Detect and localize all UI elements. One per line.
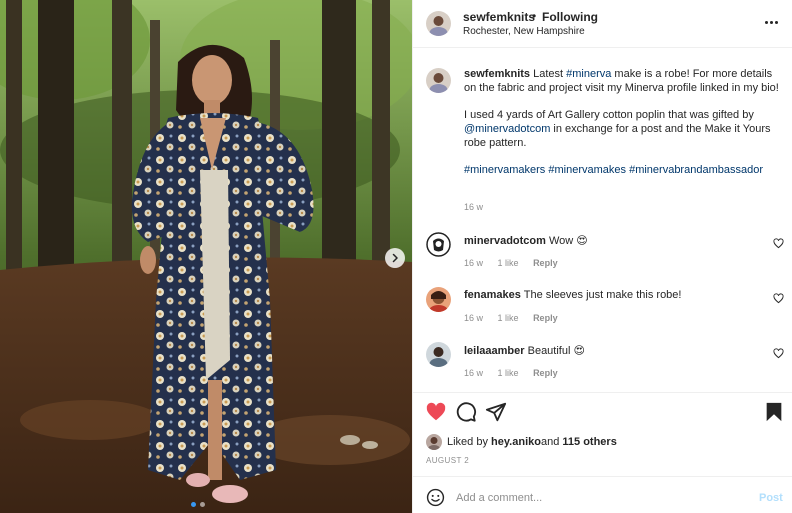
commenter-avatar[interactable] [426, 287, 451, 312]
forest-robe-photo [0, 0, 412, 513]
comment-item: minervadotcom Wow 😍 16 w 1 like Reply [413, 232, 792, 282]
carousel-indicator [191, 502, 205, 507]
more-icon[interactable] [765, 19, 779, 25]
following-button[interactable]: Following [542, 10, 598, 24]
comment-icon[interactable] [455, 401, 477, 423]
emoji-icon[interactable] [426, 488, 445, 507]
post-location[interactable]: Rochester, New Hampshire [463, 26, 585, 37]
comment-text: Wow 😍 [548, 235, 588, 247]
share-icon[interactable] [485, 401, 507, 423]
chevron-right-icon [392, 253, 398, 263]
add-comment-input[interactable] [456, 489, 746, 507]
heart-icon[interactable] [425, 401, 447, 423]
reply-button[interactable]: Reply [533, 258, 558, 268]
comment-text: Beautiful 😍 [527, 345, 585, 357]
commenter-username[interactable]: leilaaamber [464, 345, 525, 357]
hashtag-link[interactable]: #minervabrandambassador [629, 164, 763, 176]
author-username[interactable]: sewfemknits [463, 10, 535, 24]
comment-like-icon[interactable] [773, 238, 784, 249]
add-comment-divider [413, 476, 792, 477]
comment-time[interactable]: 16 w [464, 258, 483, 268]
carousel-dot-active [191, 502, 196, 507]
caption-username[interactable]: sewfemknits [464, 68, 530, 80]
post-detail-panel: sewfemknits • Following Rochester, New H… [412, 0, 792, 513]
liker-username[interactable]: hey.aniko [491, 436, 541, 448]
likes-prefix: Liked by [447, 436, 488, 448]
reply-button[interactable]: Reply [533, 368, 558, 378]
commenter-username[interactable]: fenamakes [464, 289, 521, 301]
post-date[interactable]: AUGUST 2 [426, 456, 469, 465]
comment-time[interactable]: 16 w [464, 368, 483, 378]
carousel-dot [200, 502, 205, 507]
comment-like-icon[interactable] [773, 348, 784, 359]
commenter-avatar[interactable] [426, 342, 451, 367]
post-comment-button[interactable]: Post [759, 492, 783, 504]
post-caption: sewfemknits Latest #minerva make is a ro… [464, 67, 780, 190]
comment-likes[interactable]: 1 like [498, 258, 519, 268]
likes-others-link[interactable]: 115 others [562, 436, 616, 448]
commenter-username[interactable]: minervadotcom [464, 235, 546, 247]
mention-link[interactable]: @minervadotcom [464, 123, 550, 135]
comment-likes[interactable]: 1 like [498, 313, 519, 323]
comment-item: fenamakes The sleeves just make this rob… [413, 287, 792, 337]
caption-text: I used 4 yards of Art Gallery cotton pop… [464, 109, 754, 121]
liker-avatar[interactable] [426, 434, 442, 450]
likes-middle: and [540, 436, 560, 448]
comment-likes[interactable]: 1 like [498, 368, 519, 378]
bookmark-icon[interactable] [763, 401, 785, 423]
caption-timestamp[interactable]: 16 w [464, 202, 483, 212]
comment-time[interactable]: 16 w [464, 313, 483, 323]
header-separator: • [532, 9, 537, 23]
comment-text: The sleeves just make this robe! [523, 289, 682, 301]
comment-item: leilaaamber Beautiful 😍 16 w 1 like Repl… [413, 342, 792, 392]
likes-summary: Liked by hey.aniko and 115 others [426, 434, 617, 450]
actions-divider [413, 392, 792, 393]
reply-button[interactable]: Reply [533, 313, 558, 323]
next-photo-button[interactable] [385, 248, 405, 268]
hashtag-link[interactable]: #minerva [566, 68, 611, 80]
caption-text: Latest [533, 68, 567, 80]
post-photo[interactable] [0, 0, 412, 513]
hashtag-link[interactable]: #minervamakers [464, 164, 545, 176]
comment-like-icon[interactable] [773, 293, 784, 304]
post-header: sewfemknits • Following Rochester, New H… [413, 0, 792, 48]
hashtag-link[interactable]: #minervamakes [548, 164, 626, 176]
caption-avatar[interactable] [426, 68, 451, 93]
commenter-avatar[interactable] [426, 232, 451, 257]
author-avatar[interactable] [426, 11, 451, 36]
